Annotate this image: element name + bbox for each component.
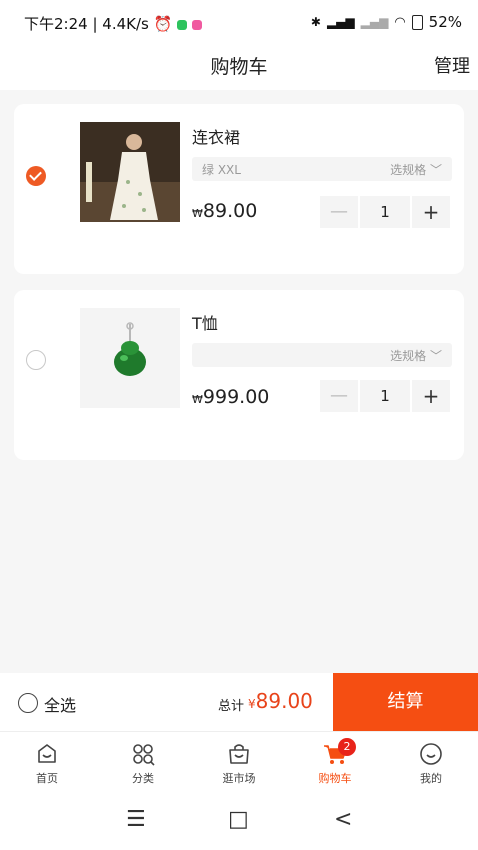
item-1-price: ₩89.00 — [192, 200, 257, 222]
item-1-quantity[interactable]: 1 — [360, 196, 410, 228]
tab-home[interactable]: 首页 — [12, 738, 82, 786]
item-2-price: ₩999.00 — [192, 386, 269, 408]
wechat-icon — [177, 19, 188, 30]
total-amount: ¥89.00 — [248, 689, 313, 713]
item-1-price-prefix: ₩ — [192, 207, 203, 220]
menu-icon[interactable]: ☰ — [126, 807, 146, 832]
item-2-price-value: 999.00 — [202, 386, 270, 408]
app-notification-icon — [191, 19, 202, 30]
tab-profile-label: 我的 — [420, 772, 442, 785]
status-bar: 下午2:24 | 4.4K/s ⏰ ✱ ▂▄▆ ▂▄▆ ◠ 52% — [0, 0, 478, 46]
battery-level: 52% — [428, 13, 462, 31]
tab-category[interactable]: 分类 — [108, 738, 178, 786]
select-all-checkbox[interactable] — [18, 693, 38, 713]
page-header: 购物车 管理 — [0, 46, 478, 90]
item-2-decrease-button[interactable]: — — [320, 380, 358, 412]
item-1-spec-selector[interactable]: 绿 XXL 选规格 ﹀ — [192, 157, 452, 181]
signal-icon: ▂▄▆ — [326, 15, 355, 29]
total-currency: ¥ — [248, 697, 256, 711]
chevron-down-icon: ﹀ — [429, 349, 442, 363]
market-icon — [229, 744, 249, 764]
item-1-price-value: 89.00 — [202, 200, 258, 222]
tab-category-label: 分类 — [132, 772, 154, 785]
item-1-quantity-stepper: — 1 + — [320, 196, 452, 228]
back-icon[interactable]: < — [334, 807, 352, 832]
status-left: 下午2:24 | 4.4K/s ⏰ — [24, 13, 202, 34]
total-value: 89.00 — [255, 689, 313, 713]
tab-market-label: 逛市场 — [222, 772, 256, 785]
home-icon — [38, 744, 56, 763]
item-1-name[interactable]: 连衣裙 — [192, 124, 240, 148]
item-1-image[interactable] — [80, 122, 180, 222]
cart-item-1: 连衣裙 绿 XXL 选规格 ﹀ ₩89.00 — 1 + — [14, 104, 464, 274]
tab-home-label: 首页 — [36, 772, 58, 785]
item-2-spec-selector[interactable]: 选规格 ﹀ — [192, 343, 452, 367]
home-nav-icon[interactable]: □ — [228, 807, 249, 832]
item-1-spec-value: 绿 XXL — [202, 163, 241, 177]
battery-icon — [411, 14, 423, 30]
profile-icon — [420, 743, 442, 765]
manage-button[interactable]: 管理 — [434, 52, 470, 78]
tab-cart[interactable]: 2 购物车 — [300, 738, 370, 786]
item-1-spec-select-label: 选规格 — [390, 163, 427, 177]
status-right: ✱ ▂▄▆ ▂▄▆ ◠ 52% — [311, 13, 462, 31]
tab-bar: 首页 分类 逛市场 2 购物车 我的 — [0, 731, 478, 796]
item-2-checkbox[interactable] — [26, 350, 46, 370]
page-title: 购物车 — [210, 56, 268, 78]
settle-button[interactable]: 结算 — [333, 673, 478, 731]
item-2-image[interactable] — [80, 308, 180, 408]
wifi-icon: ◠ — [394, 14, 406, 30]
item-2-quantity-stepper: — 1 + — [320, 380, 452, 412]
item-2-name[interactable]: T恤 — [192, 310, 218, 334]
network-speed: 4.4K/s — [102, 15, 149, 33]
item-2-price-prefix: ₩ — [192, 393, 203, 406]
checkout-bar: 全选 总计 ¥89.00 结算 — [0, 673, 478, 731]
chevron-down-icon: ﹀ — [429, 163, 442, 177]
item-2-increase-button[interactable]: + — [412, 380, 450, 412]
signal-2-icon: ▂▄▆ — [360, 15, 389, 29]
alarm-icon: ⏰ — [153, 15, 173, 33]
item-1-increase-button[interactable]: + — [412, 196, 450, 228]
tab-profile[interactable]: 我的 — [396, 738, 466, 786]
total-label: 总计 — [218, 699, 245, 714]
cart-badge: 2 — [338, 738, 356, 756]
tab-cart-label: 购物车 — [318, 772, 352, 785]
select-all-label[interactable]: 全选 — [44, 692, 76, 716]
bluetooth-icon: ✱ — [310, 15, 321, 29]
category-icon — [133, 744, 155, 766]
system-nav-bar: ☰ □ < — [0, 795, 478, 850]
item-1-decrease-button[interactable]: — — [320, 196, 358, 228]
item-2-spec-select-label: 选规格 — [390, 349, 427, 363]
tab-market[interactable]: 逛市场 — [204, 738, 274, 786]
item-2-quantity[interactable]: 1 — [360, 380, 410, 412]
item-1-checkbox[interactable] — [26, 166, 46, 186]
status-time: 下午2:24 — [24, 15, 88, 33]
cart-item-2: T恤 选规格 ﹀ ₩999.00 — 1 + — [14, 290, 464, 460]
